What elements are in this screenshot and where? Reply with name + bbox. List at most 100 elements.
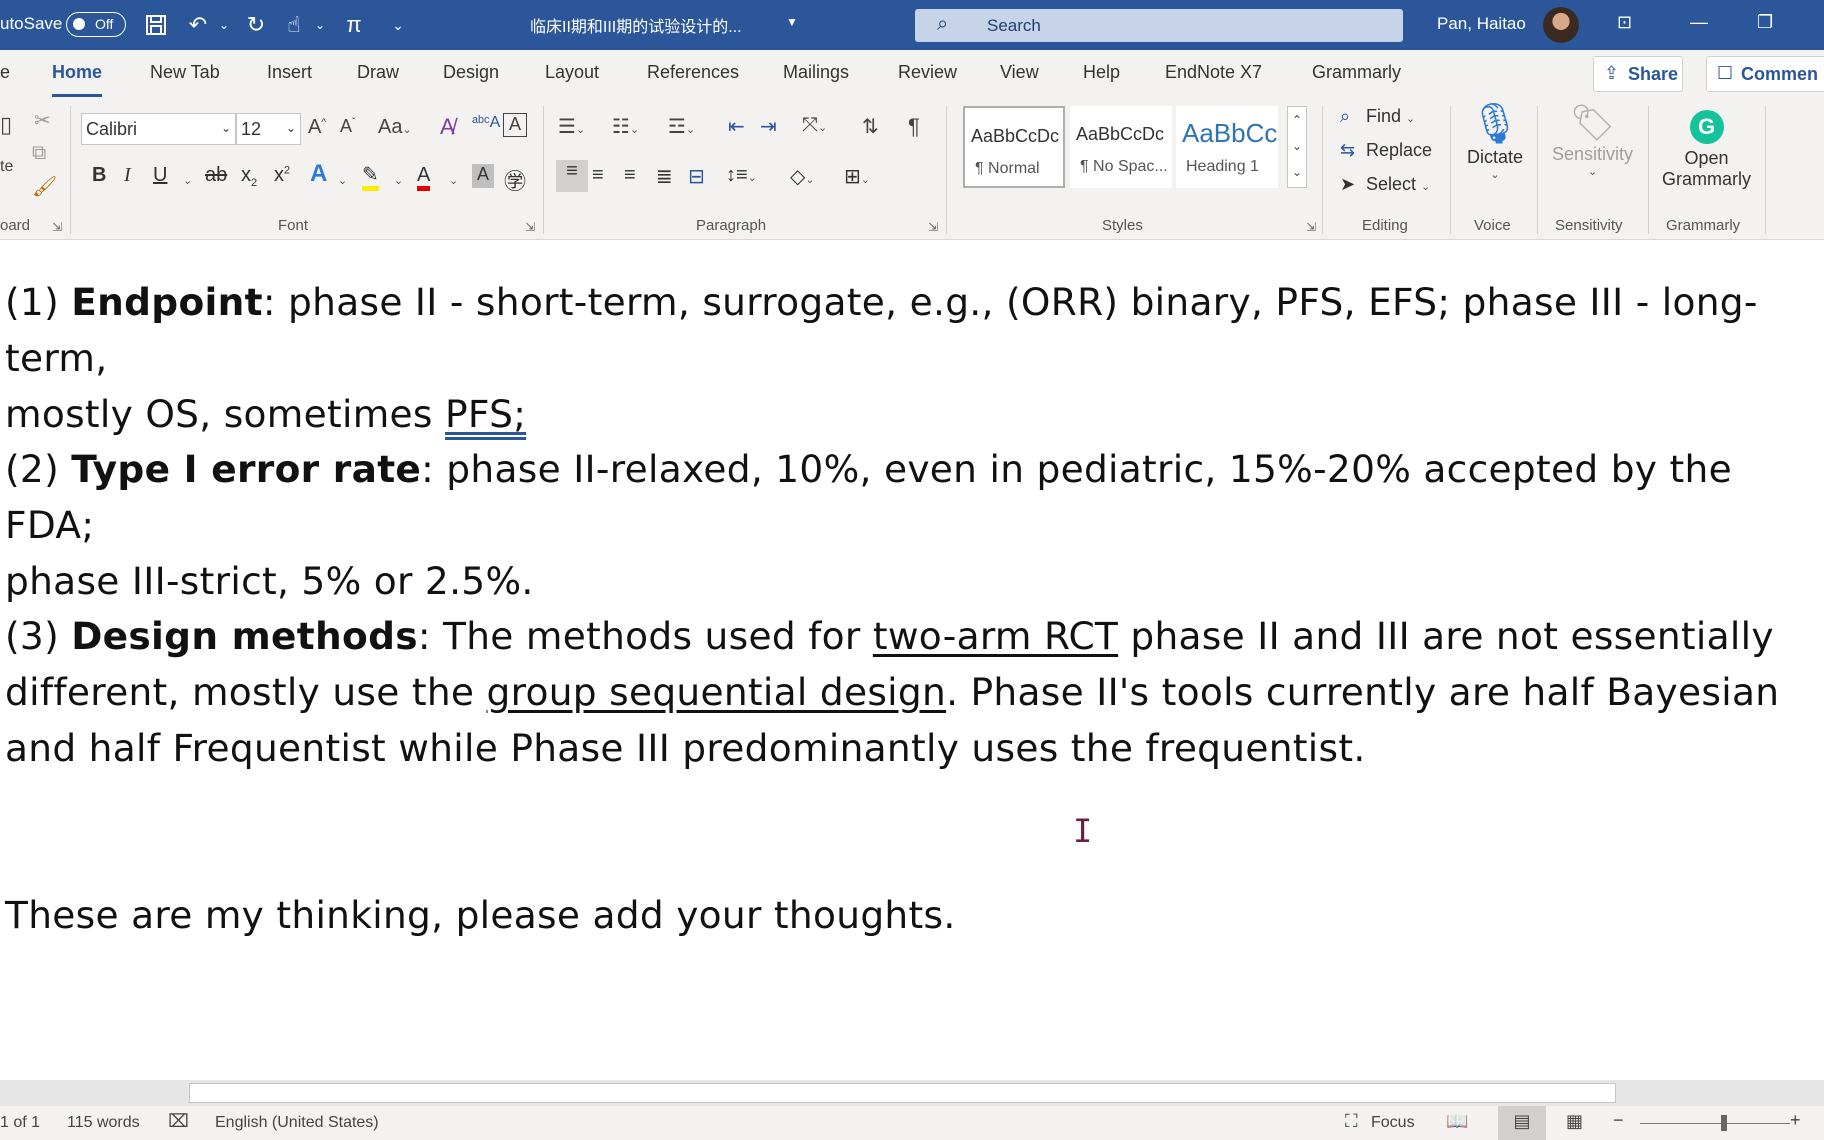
undo-icon[interactable]: ↶ — [184, 11, 212, 39]
clear-formatting-icon[interactable]: A̸ — [440, 114, 455, 140]
find-button[interactable]: ⌕ Find ⌄ — [1340, 106, 1415, 127]
sensitivity-button[interactable]: 🏷 Sensitivity ⌄ — [1545, 102, 1640, 178]
focus-label[interactable]: Focus — [1371, 1114, 1415, 1132]
tab-review[interactable]: Review — [898, 62, 957, 83]
align-center-icon[interactable]: ≡ — [592, 164, 604, 187]
restore-icon[interactable]: ❐ — [1757, 12, 1773, 33]
paragraph-closing[interactable]: These are my thinking, please add your t… — [5, 887, 1805, 943]
read-mode-icon[interactable]: 📖 — [1446, 1111, 1468, 1132]
highlight-icon[interactable]: ✎ — [362, 164, 379, 191]
focus-icon[interactable]: ⛶ — [1345, 1111, 1358, 1132]
numbering-icon[interactable]: ☷⌄ — [612, 114, 639, 139]
enclose-characters-icon[interactable]: ㊫ — [504, 164, 526, 196]
underline-icon[interactable]: U — [153, 164, 167, 187]
sort-icon[interactable]: ⇅ — [862, 114, 879, 139]
tab-mailings[interactable]: Mailings — [783, 62, 849, 83]
comments-button[interactable]: ☐ Commen — [1706, 56, 1824, 92]
character-border-icon[interactable]: A — [503, 113, 527, 137]
tab-endnote[interactable]: EndNote X7 — [1165, 62, 1262, 83]
line-spacing-icon[interactable]: ↕≡⌄ — [726, 164, 757, 187]
scrollbar-thumb[interactable] — [189, 1083, 1616, 1103]
font-name-combo[interactable]: Calibri ⌄ — [81, 113, 236, 145]
tab-help[interactable]: Help — [1083, 62, 1120, 83]
italic-icon[interactable]: I — [124, 164, 131, 187]
tab-layout[interactable]: Layout — [545, 62, 599, 83]
avatar[interactable] — [1543, 7, 1579, 43]
zoom-slider-knob[interactable] — [1721, 1115, 1727, 1131]
borders-icon[interactable]: ⊞⌄ — [844, 164, 870, 189]
dictate-button[interactable]: 🎙 Dictate ⌄ — [1460, 100, 1530, 181]
grammar-flag-text[interactable]: PFS; — [445, 392, 526, 436]
undo-dropdown-icon[interactable]: ⌄ — [210, 11, 238, 39]
align-left-icon[interactable]: ≡ — [556, 160, 588, 192]
select-button[interactable]: ➤ Select ⌄ — [1340, 174, 1430, 195]
copy-icon[interactable]: ⧉ — [32, 142, 46, 165]
customize-qat-icon[interactable]: ⌄ — [384, 11, 412, 39]
font-color-icon[interactable]: A — [417, 164, 431, 191]
style-no-spacing[interactable]: AaBbCcDc ¶ No Spac... — [1070, 106, 1172, 188]
highlight-dropdown-icon[interactable]: ⌄ — [394, 174, 403, 187]
align-right-icon[interactable]: ≡ — [624, 164, 636, 187]
save-icon[interactable] — [142, 11, 170, 39]
change-case-icon[interactable]: Aa⌄ — [378, 116, 412, 139]
document-canvas[interactable]: (1) Endpoint: phase II - short-term, sur… — [0, 240, 1824, 1080]
search-box[interactable]: ⌕ Search — [915, 9, 1403, 42]
styles-scroll[interactable]: ⌃ ⌄ ⌄ — [1287, 106, 1307, 188]
user-name[interactable]: Pan, Haitao — [1437, 14, 1526, 34]
tab-design[interactable]: Design — [443, 62, 499, 83]
page-count[interactable]: 1 of 1 — [0, 1114, 40, 1132]
share-button[interactable]: ⇪ Share — [1593, 56, 1683, 92]
ribbon-display-icon[interactable]: ⊡ — [1617, 12, 1632, 33]
bullets-icon[interactable]: ☰⌄ — [558, 114, 585, 139]
paragraph-design-methods[interactable]: (3) Design methods: The methods used for… — [5, 608, 1805, 776]
character-shading-icon[interactable]: A — [472, 164, 494, 188]
decrease-indent-icon[interactable]: ⇤ — [728, 114, 745, 139]
redo-icon[interactable]: ↻ — [242, 11, 270, 39]
paste-icon[interactable]: ▯ — [0, 112, 12, 138]
cut-icon[interactable]: ✂ — [34, 108, 51, 133]
font-launcher-icon[interactable]: ⇲ — [525, 220, 535, 234]
paragraph-launcher-icon[interactable]: ⇲ — [928, 220, 938, 234]
styles-launcher-icon[interactable]: ⇲ — [1306, 220, 1316, 234]
paragraph-type-i-error[interactable]: (2) Type I error rate: phase II-relaxed,… — [5, 441, 1805, 609]
increase-indent-icon[interactable]: ⇥ — [760, 114, 777, 139]
paste-label[interactable]: te — [0, 158, 13, 176]
open-grammarly-button[interactable]: G Open Grammarly — [1655, 110, 1758, 190]
shading-icon[interactable]: ◇⌄ — [790, 164, 815, 189]
show-formatting-marks-icon[interactable]: ¶ — [908, 114, 920, 140]
clipboard-launcher-icon[interactable]: ⇲ — [52, 220, 62, 234]
replace-button[interactable]: ⇆ Replace — [1340, 140, 1432, 161]
style-normal[interactable]: AaBbCcDc ¶ Normal — [963, 106, 1065, 188]
web-layout-icon[interactable]: ▦ — [1566, 1111, 1583, 1132]
autosave-toggle[interactable]: Off — [66, 12, 126, 37]
multilevel-list-icon[interactable]: ☲⌄ — [668, 114, 695, 139]
minimize-icon[interactable]: — — [1690, 12, 1708, 33]
superscript-icon[interactable]: x2 — [274, 164, 290, 187]
tab-view[interactable]: View — [1000, 62, 1039, 83]
horizontal-scrollbar[interactable] — [0, 1080, 1824, 1106]
tab-references[interactable]: References — [647, 62, 739, 83]
language[interactable]: English (United States) — [215, 1114, 379, 1132]
paragraph-endpoint[interactable]: (1) Endpoint: phase II - short-term, sur… — [5, 274, 1805, 442]
font-color-dropdown-icon[interactable]: ⌄ — [449, 174, 458, 187]
format-painter-icon[interactable]: 🖌 — [32, 174, 57, 199]
print-layout-icon[interactable]: ▤ — [1498, 1106, 1546, 1140]
title-dropdown-icon[interactable]: ▼ — [786, 15, 798, 29]
tab-home[interactable]: Home — [52, 62, 103, 97]
tab-grammarly[interactable]: Grammarly — [1312, 62, 1401, 83]
justify-icon[interactable]: ≣ — [656, 164, 673, 189]
tab-file[interactable]: e — [0, 62, 10, 83]
zoom-out-icon[interactable]: − — [1613, 1110, 1624, 1131]
underline-dropdown-icon[interactable]: ⌄ — [183, 174, 192, 187]
subscript-icon[interactable]: x2 — [241, 164, 257, 189]
zoom-in-icon[interactable]: + — [1790, 1110, 1801, 1131]
zoom-slider[interactable] — [1640, 1123, 1790, 1124]
word-count[interactable]: 115 words — [67, 1114, 140, 1132]
touch-mode-icon[interactable]: ☝ — [280, 11, 308, 39]
text-effects-icon[interactable]: A — [310, 160, 327, 188]
equation-icon[interactable]: π — [340, 11, 368, 39]
tab-draw[interactable]: Draw — [357, 62, 399, 83]
proofing-icon[interactable]: ⌧ — [168, 1111, 189, 1132]
touch-dropdown-icon[interactable]: ⌄ — [306, 11, 334, 39]
text-effects-dropdown-icon[interactable]: ⌄ — [338, 174, 347, 187]
